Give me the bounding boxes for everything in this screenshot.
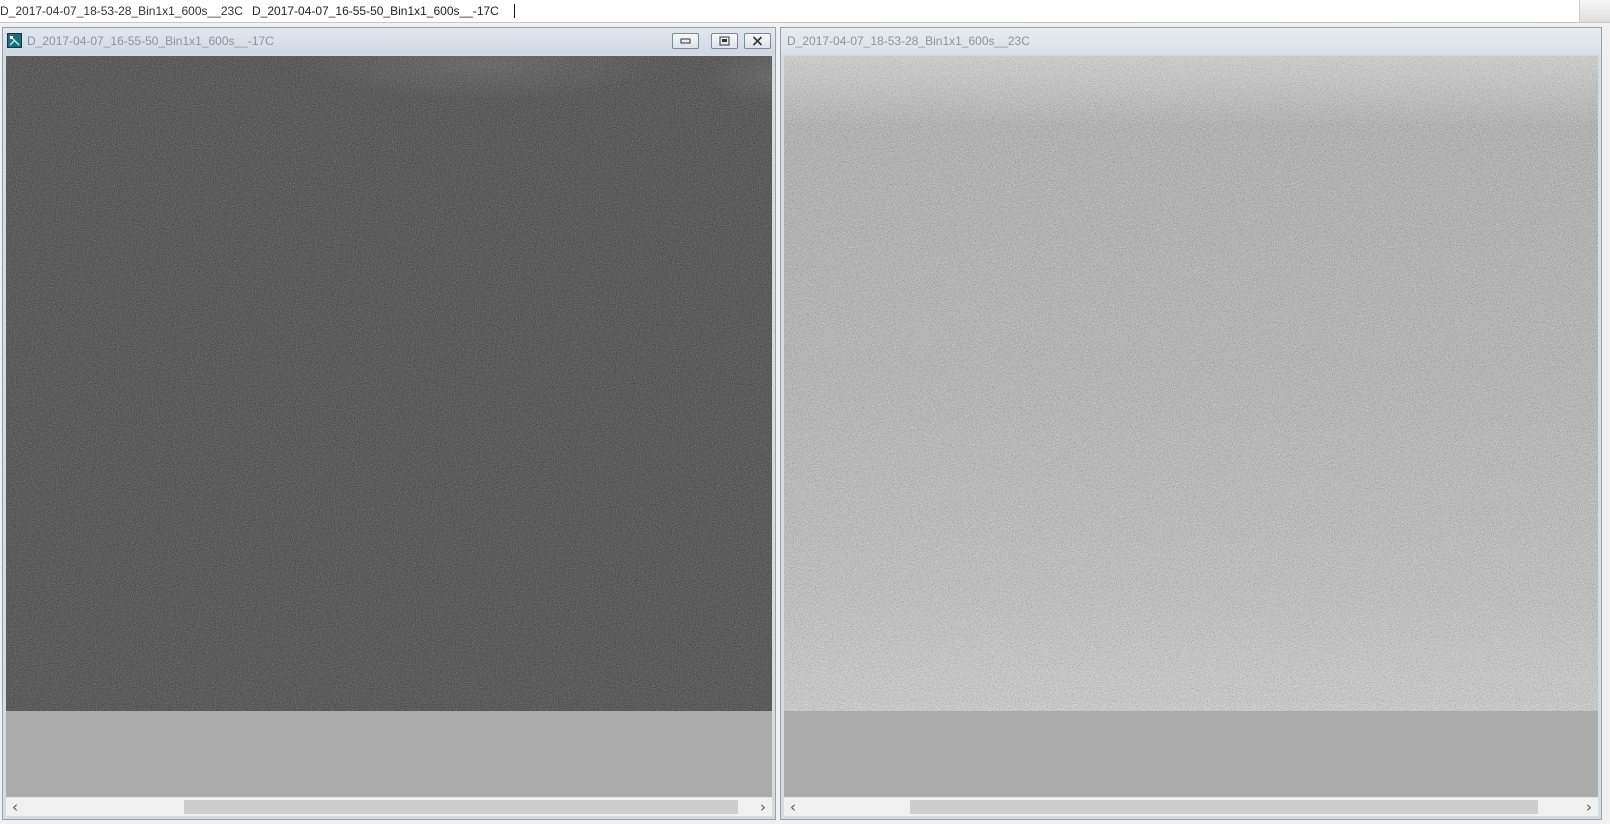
app-document-icon (7, 33, 22, 48)
text-caret (514, 4, 515, 18)
maximize-icon (719, 36, 730, 46)
horizontal-scrollbar[interactable]: ‹ › (6, 797, 772, 816)
image-window-minus17c: D_2017-04-07_16-55-50_Bin1x1_600s__-17C (2, 27, 776, 820)
tab-dark-frame-23c[interactable]: D_2017-04-07_18-53-28_Bin1x1_600s__23C (0, 0, 248, 22)
tab-dark-frame-minus17c[interactable]: D_2017-04-07_16-55-50_Bin1x1_600s__-17C (250, 0, 503, 22)
document-tab-bar: D_2017-04-07_18-53-28_Bin1x1_600s__23C D… (0, 0, 1610, 23)
maximize-button[interactable] (711, 33, 738, 49)
scroll-left-arrow-icon[interactable]: ‹ (6, 798, 24, 816)
scrollbar-thumb[interactable] (910, 800, 1538, 814)
window-title: D_2017-04-07_16-55-50_Bin1x1_600s__-17C (27, 34, 274, 48)
horizontal-scrollbar[interactable]: ‹ › (784, 797, 1598, 816)
minimize-icon (680, 38, 691, 44)
image-viewport[interactable] (6, 56, 772, 797)
light-frame-image (784, 56, 1598, 711)
tab-bar-overflow (1579, 0, 1610, 22)
scrollbar-thumb[interactable] (184, 800, 738, 814)
window-titlebar[interactable]: D_2017-04-07_18-53-28_Bin1x1_600s__23C (781, 28, 1601, 54)
scroll-right-arrow-icon[interactable]: › (754, 798, 772, 816)
image-noise (6, 56, 772, 711)
close-icon (752, 36, 763, 46)
window-titlebar[interactable]: D_2017-04-07_16-55-50_Bin1x1_600s__-17C (3, 28, 775, 54)
image-viewport[interactable] (784, 56, 1598, 797)
image-window-23c: D_2017-04-07_18-53-28_Bin1x1_600s__23C ‹… (780, 27, 1602, 820)
image-noise (784, 56, 1598, 711)
window-title: D_2017-04-07_18-53-28_Bin1x1_600s__23C (787, 34, 1030, 48)
close-button[interactable] (744, 33, 771, 49)
dark-frame-image (6, 56, 772, 711)
minimize-button[interactable] (672, 33, 699, 49)
scroll-left-arrow-icon[interactable]: ‹ (784, 798, 802, 816)
scroll-right-arrow-icon[interactable]: › (1580, 798, 1598, 816)
